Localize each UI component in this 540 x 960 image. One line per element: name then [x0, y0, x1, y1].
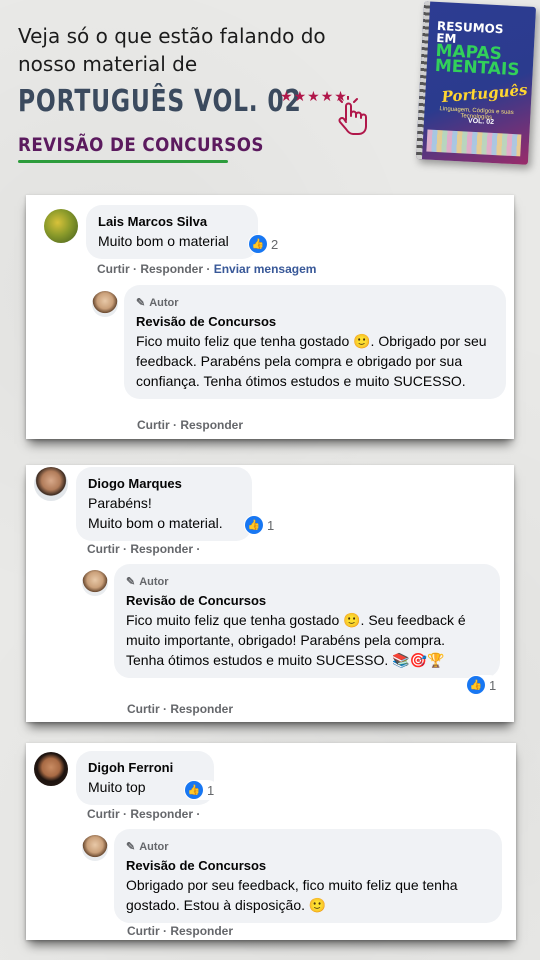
star-icon: ★	[293, 88, 307, 104]
header-subtitle: REVISÃO DE CONCURSOS	[18, 134, 264, 156]
reply-bubble: ✎ Autor Revisão de Concursos Fico muito f…	[114, 564, 500, 678]
commenter-name[interactable]: Lais Marcos Silva	[98, 213, 246, 231]
pencil-icon: ✎	[126, 576, 136, 588]
like-button[interactable]: Curtir	[97, 262, 130, 276]
star-icon: ★	[280, 88, 293, 104]
like-button[interactable]: Curtir	[127, 924, 160, 938]
avatar[interactable]	[34, 467, 68, 501]
reply-button[interactable]: Responder	[170, 702, 233, 716]
avatar[interactable]	[44, 209, 78, 243]
reply-button[interactable]: Responder	[170, 924, 233, 938]
avatar[interactable]	[82, 835, 108, 861]
comment-bubble: Diogo Marques Parabéns! Muito bom o mate…	[76, 467, 252, 541]
like-icon: 👍	[467, 676, 485, 694]
like-button[interactable]: Curtir	[87, 542, 120, 556]
reply-bubble: ✎ Autor Revisão de Concursos Fico muito f…	[124, 285, 506, 399]
book-cover-volume: VOL. 02	[467, 117, 495, 126]
replier-name[interactable]: Revisão de Concursos	[126, 592, 488, 610]
comment-actions: Curtir · Responder ·	[87, 807, 201, 821]
commenter-name[interactable]: Digoh Ferroni	[88, 759, 202, 777]
pencil-icon: ✎	[126, 841, 136, 853]
star-icon: ★	[320, 88, 334, 104]
avatar[interactable]	[82, 570, 108, 596]
subtitle-underline	[18, 160, 228, 163]
like-button[interactable]: Curtir	[127, 702, 160, 716]
like-button[interactable]: Curtir	[87, 807, 120, 821]
pencil-icon: ✎	[136, 297, 146, 309]
reply-text: Fico muito feliz que tenha gostado 🙂. Se…	[126, 612, 466, 668]
comment-actions: Curtir · Responder ·	[87, 542, 201, 556]
comment-card: Digoh Ferroni Muito top 👍 1 Curtir · Resp…	[26, 743, 516, 940]
comment-actions: Curtir · Responder · Enviar mensagem	[97, 262, 317, 276]
reply-text: Obrigado por seu feedback, fico muito fe…	[126, 877, 458, 913]
like-icon: 👍	[249, 235, 267, 253]
author-badge: ✎ Autor	[136, 293, 494, 313]
like-icon: 👍	[245, 516, 263, 534]
comment-card: Diogo Marques Parabéns! Muito bom o mate…	[26, 465, 514, 722]
header-intro: Veja só o que estão falando do nosso mat…	[18, 24, 326, 76]
comment-text: Parabéns!	[88, 495, 152, 511]
reply-bubble: ✎ Autor Revisão de Concursos Obrigado por…	[114, 829, 502, 923]
like-button[interactable]: Curtir	[137, 418, 170, 432]
reply-button[interactable]: Responder	[130, 807, 193, 821]
avatar[interactable]	[92, 291, 118, 317]
reaction-count[interactable]: 👍 1	[184, 780, 219, 800]
reply-actions: Curtir · Responder	[127, 702, 234, 716]
reply-button[interactable]: Responder	[140, 262, 203, 276]
commenter-name[interactable]: Diogo Marques	[88, 475, 240, 493]
book-cover-image: RESUMOS EM MAPAS MENTAIS Português Linguag…	[415, 1, 537, 165]
book-cover-maps	[426, 129, 522, 157]
comment-card: Lais Marcos Silva Muito bom o material 👍…	[26, 195, 514, 439]
comment-text: Muito bom o material.	[88, 515, 223, 531]
reply-button[interactable]: Responder	[130, 542, 193, 556]
book-cover-heading: MAPAS MENTAIS	[434, 40, 521, 81]
comment-text: Muito bom o material	[98, 233, 229, 249]
book-cover-script: Português	[440, 80, 529, 107]
reaction-count[interactable]: 👍 1	[466, 675, 501, 695]
reply-actions: Curtir · Responder	[127, 924, 234, 938]
replier-name[interactable]: Revisão de Concursos	[136, 313, 494, 331]
author-badge: ✎ Autor	[126, 572, 488, 592]
reply-actions: Curtir · Responder	[137, 418, 244, 432]
replier-name[interactable]: Revisão de Concursos	[126, 857, 490, 875]
send-message-button[interactable]: Enviar mensagem	[214, 262, 317, 276]
reaction-count[interactable]: 👍 2	[248, 234, 283, 254]
reaction-count[interactable]: 👍 1	[244, 515, 279, 535]
pointer-hand-icon	[338, 96, 367, 135]
author-badge: ✎ Autor	[126, 837, 490, 857]
comment-bubble: Lais Marcos Silva Muito bom o material	[86, 205, 258, 259]
header-title: PORTUGUÊS VOL. 02	[18, 84, 302, 119]
reply-text: Fico muito feliz que tenha gostado 🙂. Ob…	[136, 333, 487, 389]
avatar[interactable]	[34, 752, 68, 786]
reply-button[interactable]: Responder	[180, 418, 243, 432]
star-icon: ★	[307, 88, 320, 104]
like-icon: 👍	[185, 781, 203, 799]
